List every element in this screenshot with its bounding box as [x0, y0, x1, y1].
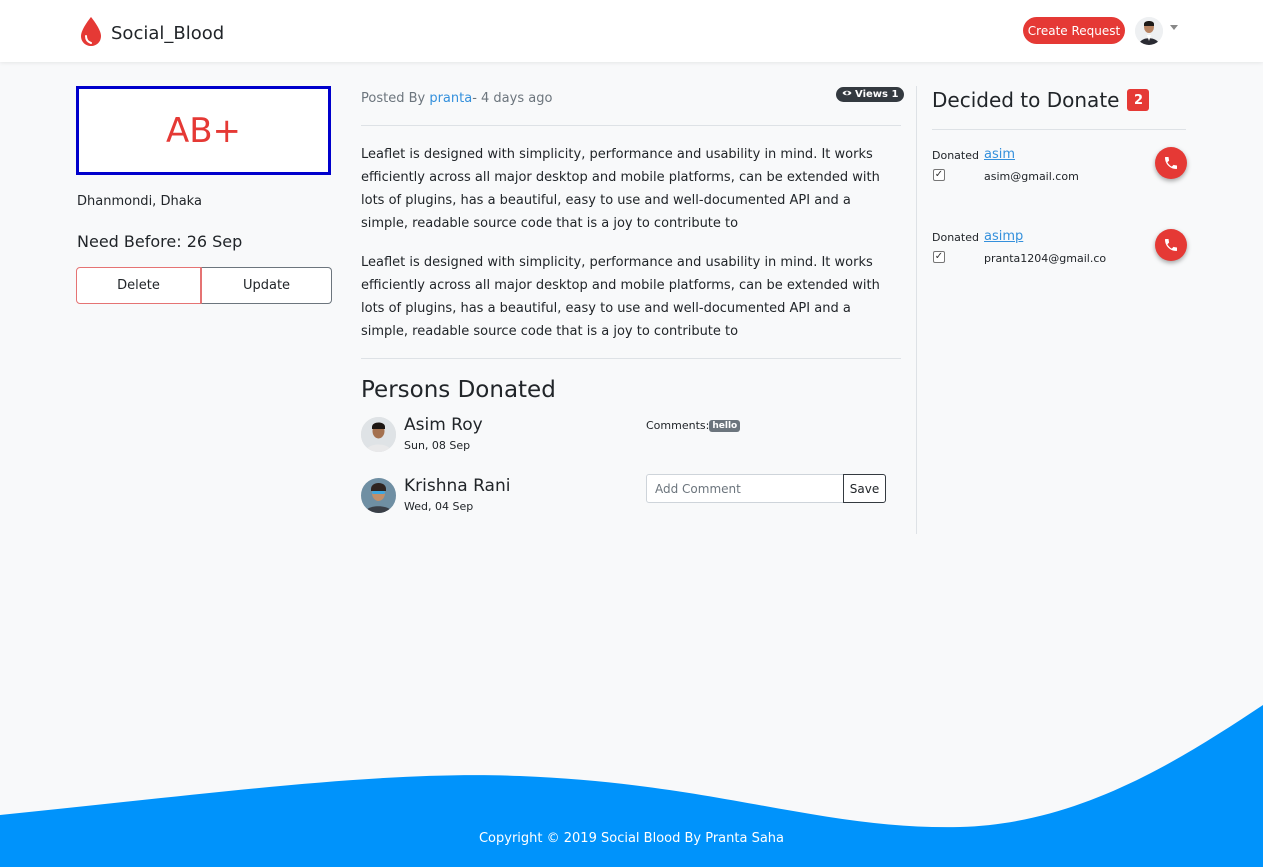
- brand[interactable]: Social_Blood: [79, 16, 224, 51]
- divider: [932, 129, 1186, 130]
- posted-by-prefix: Posted By: [361, 91, 430, 106]
- views-badge: Views 1: [836, 87, 905, 102]
- user-avatar[interactable]: [1135, 17, 1163, 45]
- donor-username-link[interactable]: asimp: [984, 229, 1023, 244]
- eye-icon: [842, 89, 852, 100]
- need-before: Need Before: 26 Sep: [77, 232, 243, 251]
- add-comment-input[interactable]: [646, 474, 844, 503]
- donated-checkbox[interactable]: ✓: [933, 169, 945, 181]
- decided-item: Donated ✓ asimp pranta1204@gmail.co: [932, 229, 1188, 279]
- donor-username-link[interactable]: asim: [984, 147, 1015, 162]
- column-divider: [916, 86, 917, 534]
- decided-count-badge: 2: [1127, 89, 1150, 111]
- donor-email: asim@gmail.com: [984, 170, 1079, 183]
- update-button[interactable]: Update: [201, 267, 332, 304]
- post-description: Leaflet is designed with simplicity, per…: [361, 255, 880, 339]
- brand-name: Social_Blood: [111, 23, 225, 44]
- comment-label: Comments:: [646, 419, 710, 432]
- phone-icon[interactable]: [1155, 147, 1187, 179]
- posted-by: Posted By pranta- 4 days ago: [361, 91, 552, 106]
- donated-label: Donated: [932, 149, 979, 162]
- save-comment-button[interactable]: Save: [843, 474, 886, 503]
- blood-group: AB+: [165, 110, 242, 151]
- donated-checkbox[interactable]: ✓: [933, 251, 945, 263]
- posted-time: - 4 days ago: [472, 91, 553, 106]
- comment-badge: hello: [709, 419, 741, 432]
- request-actions: Delete Update: [76, 267, 332, 304]
- phone-icon[interactable]: [1155, 229, 1187, 261]
- dropdown-caret-icon[interactable]: [1170, 25, 1178, 30]
- blood-group-card: AB+: [76, 86, 331, 175]
- donor-item: Krishna Rani Wed, 04 Sep: [361, 476, 510, 513]
- decided-title: Decided to Donate 2: [932, 88, 1150, 112]
- divider: [361, 125, 901, 126]
- donor-item: Asim Roy Sun, 08 Sep: [361, 415, 483, 452]
- donor-name: Asim Roy: [404, 415, 483, 435]
- post-description: Leaflet is designed with simplicity, per…: [361, 147, 880, 231]
- navbar: Social_Blood Create Request: [0, 0, 1263, 62]
- create-request-button[interactable]: Create Request: [1023, 17, 1125, 44]
- comment: Comments: hello: [646, 419, 741, 432]
- donor-avatar: [361, 478, 396, 513]
- donor-date: Wed, 04 Sep: [404, 500, 474, 513]
- decided-item: Donated ✓ asim asim@gmail.com: [932, 147, 1188, 197]
- copyright: Copyright © 2019 Social Blood By Pranta …: [478, 831, 785, 846]
- donated-label: Donated: [932, 231, 979, 244]
- donor-date: Sun, 08 Sep: [404, 439, 471, 452]
- delete-button[interactable]: Delete: [76, 267, 201, 304]
- author-link[interactable]: pranta: [429, 91, 472, 106]
- donor-email: pranta1204@gmail.co: [984, 252, 1107, 265]
- donor-name: Krishna Rani: [404, 476, 511, 496]
- persons-donated-title: Persons Donated: [361, 377, 556, 403]
- divider: [361, 358, 901, 359]
- decided-title-text: Decided to Donate: [932, 88, 1120, 112]
- views-count: Views 1: [855, 89, 899, 100]
- location: Dhanmondi, Dhaka: [77, 194, 202, 209]
- blood-drop-icon: [79, 16, 103, 51]
- donor-avatar: [361, 417, 396, 452]
